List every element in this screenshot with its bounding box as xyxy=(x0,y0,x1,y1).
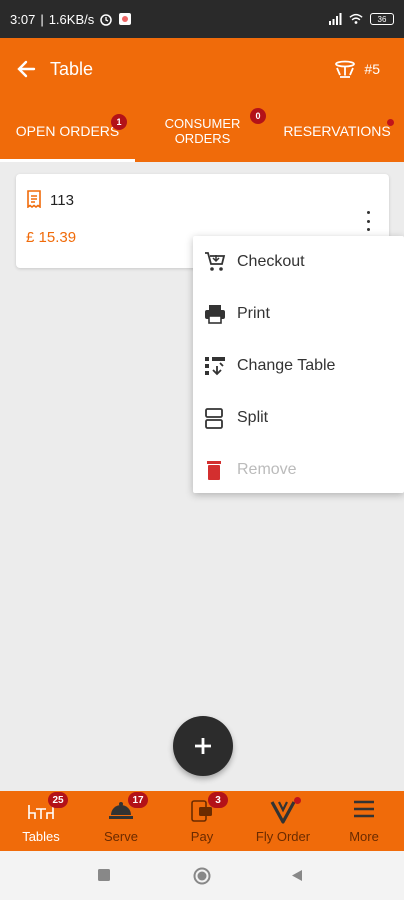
nav-label: More xyxy=(349,829,379,844)
menu-item-remove[interactable]: Remove xyxy=(193,444,404,496)
signal-icon xyxy=(329,13,342,25)
status-separator: | xyxy=(40,11,44,27)
tab-consumer-orders[interactable]: CONSUMER ORDERS 0 xyxy=(135,100,270,162)
tab-badge: 0 xyxy=(250,108,266,124)
status-bar: 3:07 | 1.6KB/s 36 xyxy=(0,0,404,38)
nav-badge: 3 xyxy=(208,792,228,808)
menu-item-print[interactable]: Print xyxy=(193,288,404,340)
tab-reservations[interactable]: RESERVATIONS xyxy=(270,100,404,162)
nav-label: Tables xyxy=(22,829,60,844)
bottom-navigation: 25 Tables 17 Serve 3 Pay Fly Order More xyxy=(0,791,404,851)
menu-item-checkout[interactable]: Checkout xyxy=(193,236,404,288)
receipt-icon xyxy=(27,190,41,208)
app-notification-icon xyxy=(119,13,132,25)
nav-label: Pay xyxy=(190,829,214,844)
tab-open-orders[interactable]: OPEN ORDERS 1 xyxy=(0,100,135,162)
trash-icon xyxy=(207,461,221,480)
menu-item-label: Split xyxy=(237,409,269,426)
nav-notification-dot xyxy=(294,797,301,804)
nav-badge: 17 xyxy=(128,792,148,808)
table-icon xyxy=(335,60,356,78)
tab-label: CONSUMER ORDERS xyxy=(164,116,241,146)
home-icon[interactable] xyxy=(193,867,211,885)
wifi-icon xyxy=(349,13,363,24)
tab-notification-dot xyxy=(387,119,394,126)
add-order-button[interactable] xyxy=(173,716,233,776)
menu-item-split[interactable]: Split xyxy=(193,392,404,444)
back-triangle-icon[interactable] xyxy=(291,869,303,882)
alarm-icon xyxy=(100,14,112,26)
menu-item-label: Checkout xyxy=(237,253,305,270)
print-icon xyxy=(205,305,225,324)
order-price: £ 15.39 xyxy=(26,229,77,246)
nav-more[interactable]: More xyxy=(324,791,404,851)
nav-serve[interactable]: 17 Serve xyxy=(81,791,161,851)
change-table-icon xyxy=(205,357,225,376)
nav-fly-order[interactable]: Fly Order xyxy=(243,791,323,851)
nav-label: Serve xyxy=(104,829,138,844)
fly-order-icon xyxy=(270,801,296,824)
nav-label: Fly Order xyxy=(255,829,311,844)
menu-icon xyxy=(354,800,374,818)
menu-item-label: Print xyxy=(237,305,270,322)
plus-icon xyxy=(195,738,211,754)
tab-label: OPEN ORDERS xyxy=(15,123,120,139)
page-title: Table xyxy=(50,58,94,79)
menu-item-label: Change Table xyxy=(237,357,336,374)
more-options-icon[interactable] xyxy=(363,211,373,231)
nav-pay[interactable]: 3 Pay xyxy=(162,791,242,851)
split-icon xyxy=(205,408,223,429)
menu-item-label: Remove xyxy=(237,461,297,478)
app-bar: Table #5 xyxy=(0,38,404,100)
network-speed: 1.6KB/s xyxy=(48,11,95,27)
order-number: 113 xyxy=(50,192,74,209)
tab-label: RESERVATIONS xyxy=(283,123,391,139)
table-number-indicator: #5 xyxy=(334,60,380,78)
system-navigation-bar xyxy=(0,851,404,900)
tab-indicator xyxy=(0,159,135,162)
tab-badge: 1 xyxy=(111,114,127,130)
table-number: #5 xyxy=(364,61,380,77)
recents-icon[interactable] xyxy=(98,869,110,881)
tab-bar: OPEN ORDERS 1 CONSUMER ORDERS 0 RESERVAT… xyxy=(0,100,404,162)
cart-checkout-icon xyxy=(205,252,226,271)
status-time: 3:07 xyxy=(10,11,36,27)
order-options-menu: Checkout Print Change Table Split Remove xyxy=(193,236,404,493)
menu-item-change-table[interactable]: Change Table xyxy=(193,340,404,392)
nav-tables[interactable]: 25 Tables xyxy=(1,791,81,851)
nav-badge: 25 xyxy=(48,792,68,808)
battery-icon: 36 xyxy=(370,13,394,25)
back-arrow-icon[interactable] xyxy=(16,59,36,79)
